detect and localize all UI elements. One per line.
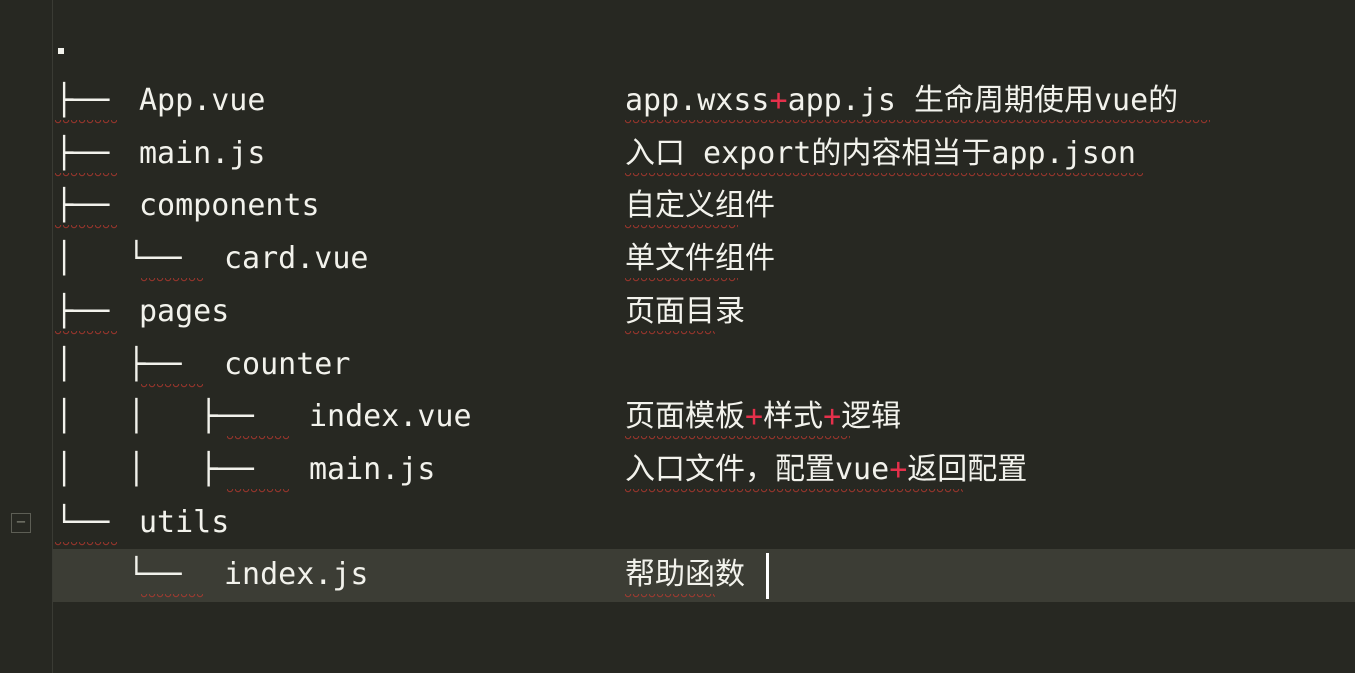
description-text: 帮助函数 (625, 557, 745, 592)
plus-sign: + (823, 399, 842, 434)
tree-row: ├── pages 页面目录 (0, 285, 1355, 338)
file-name: main.js (139, 136, 266, 171)
code-editor[interactable]: − ├── App.vue app.wxss+app.js 生命周期使用vue的 ├─… (0, 0, 1355, 673)
spell-squiggle (625, 594, 715, 600)
spell-squiggle (625, 225, 738, 231)
text-cursor (766, 553, 769, 599)
root-dot (58, 48, 64, 54)
spell-squiggle (625, 331, 715, 337)
tree-row: └── index.js 帮助函数 (0, 548, 1355, 601)
description-text: 单文件组件 (625, 241, 775, 276)
plus-sign: + (889, 452, 908, 487)
spell-squiggle (227, 489, 289, 495)
tree-row: ├── main.js 入口 export的内容相当于app.json (0, 127, 1355, 180)
description-text: app.js 生命周期使用vue的 (787, 83, 1179, 118)
description-text: 返回配置 (907, 452, 1028, 487)
tree-row: │ ├── counter (0, 338, 1355, 391)
tree-row: │ └── card.vue 单文件组件 (0, 232, 1355, 285)
tree-row: ├── App.vue app.wxss+app.js 生命周期使用vue的 (0, 74, 1355, 127)
description-text: 样式 (763, 399, 824, 434)
spell-squiggle (55, 225, 117, 231)
tree-row: └── utils (0, 496, 1355, 549)
tree-branch: │ │ ├── (55, 399, 254, 434)
description-text: 入口 export的内容相当于app.json (625, 136, 1136, 171)
file-name: App.vue (139, 83, 266, 118)
description-text: 自定义组件 (625, 188, 775, 223)
description-text: 入口文件，配置vue (625, 452, 890, 487)
description-text: 页面模板 (625, 399, 745, 434)
file-name: index.js (224, 557, 369, 592)
file-name: card.vue (224, 241, 369, 276)
spell-squiggle (141, 278, 203, 284)
tree-row: ├── components 自定义组件 (0, 179, 1355, 232)
spell-squiggle (141, 594, 203, 600)
spell-squiggle (625, 278, 738, 284)
spell-squiggle (55, 120, 117, 126)
file-name: main.js (309, 452, 436, 487)
spell-squiggle (55, 331, 117, 337)
file-name: counter (224, 347, 351, 382)
file-name: pages (139, 294, 230, 329)
tree-branch: │ │ ├── (55, 452, 254, 487)
description-text: 页面目录 (625, 294, 745, 329)
file-name: utils (139, 505, 230, 540)
spell-squiggle (227, 436, 289, 442)
spell-squiggle (625, 436, 850, 442)
spell-squiggle (625, 489, 963, 495)
description-text: app.wxss (625, 83, 770, 118)
spell-squiggle (625, 120, 1210, 126)
plus-sign: + (769, 83, 788, 118)
file-name: components (139, 188, 320, 223)
file-name: index.vue (309, 399, 472, 434)
plus-sign: + (745, 399, 764, 434)
tree-row: │ │ ├── index.vue 页面模板+样式+逻辑 (0, 390, 1355, 443)
description-text: 逻辑 (841, 399, 902, 434)
tree-row: │ │ ├── main.js 入口文件，配置vue+返回配置 (0, 443, 1355, 496)
